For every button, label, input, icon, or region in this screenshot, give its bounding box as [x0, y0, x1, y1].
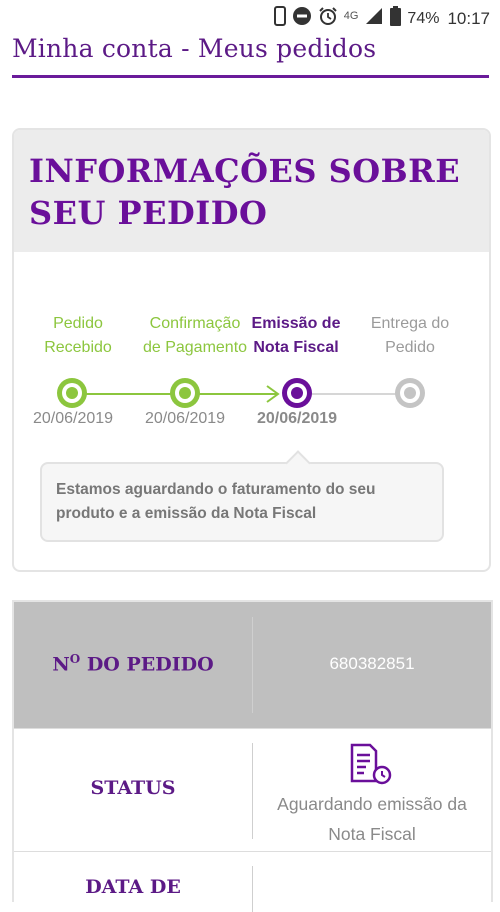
signal-icon [364, 7, 384, 30]
page-title: Minha conta - Meus pedidos [12, 34, 377, 63]
status-row: STATUS Aguardando emissão da Nota Fiscal [14, 728, 491, 851]
step-dot-payment [170, 378, 200, 408]
date-row: DATA DE [14, 851, 491, 912]
order-number-row: NO DO PEDIDO 680382851 [14, 602, 491, 728]
status-bar: 4G 74% 10:17 [0, 0, 500, 32]
step-label-line: Pedido [53, 315, 103, 332]
network-type-icon: 4G [343, 9, 359, 22]
step-date-invoice: 20/06/2019 [256, 410, 338, 427]
status-message: Estamos aguardando o faturamento do seu … [56, 481, 376, 522]
message-pointer [285, 450, 311, 476]
order-number-label-sup: O [69, 652, 81, 666]
battery-icon [390, 6, 402, 31]
status-value: Aguardando emissão da Nota Fiscal [253, 789, 491, 849]
order-info-heading: INFORMAÇÕES SOBRE SEU PEDIDO [29, 152, 461, 232]
step-label-line: Emissão de [251, 315, 341, 332]
status-value-line: Aguardando emissão da [277, 794, 467, 814]
title-divider [12, 75, 489, 78]
step-label-line: Nota Fiscal [253, 339, 339, 356]
date-label: DATA DE [85, 876, 181, 898]
step-label-received: Pedido Recebido [18, 312, 138, 360]
order-info-header: INFORMAÇÕES SOBRE SEU PEDIDO [14, 130, 489, 252]
step-label-line: Pedido [385, 339, 435, 356]
status-label: STATUS [90, 777, 176, 799]
order-info-card: INFORMAÇÕES SOBRE SEU PEDIDO Pedido Rece… [12, 128, 491, 572]
status-message-box: Estamos aguardando o faturamento do seu … [40, 450, 444, 542]
step-label-line: Recebido [44, 339, 112, 356]
clock: 10:17 [447, 8, 490, 28]
order-number-label-rest: DO PEDIDO [80, 653, 214, 676]
step-dot-received [57, 378, 87, 408]
do-not-disturb-icon [292, 6, 312, 31]
phone-icon [273, 6, 286, 31]
order-number-value: 680382851 [329, 654, 415, 673]
step-dot-delivery [395, 378, 425, 408]
step-date-payment: 20/06/2019 [144, 410, 226, 427]
status-value-line: Nota Fiscal [328, 824, 416, 844]
progress-arrow-icon [264, 384, 282, 409]
progress-track-pending [306, 393, 406, 395]
alarm-icon [318, 6, 338, 31]
battery-percent: 74% [407, 9, 440, 27]
step-label-invoice: Emissão de Nota Fiscal [236, 312, 356, 360]
order-number-label-prefix: N [52, 653, 70, 676]
step-label-line: Entrega do [370, 315, 450, 332]
invoice-clock-icon [348, 743, 392, 790]
order-number-label: NO DO PEDIDO [14, 652, 252, 675]
column-divider [252, 866, 253, 912]
order-details-table: NO DO PEDIDO 680382851 STATUS Aguardando… [12, 600, 493, 912]
step-dot-invoice [282, 378, 312, 408]
step-label-delivery: Entrega do Pedido [350, 312, 470, 360]
